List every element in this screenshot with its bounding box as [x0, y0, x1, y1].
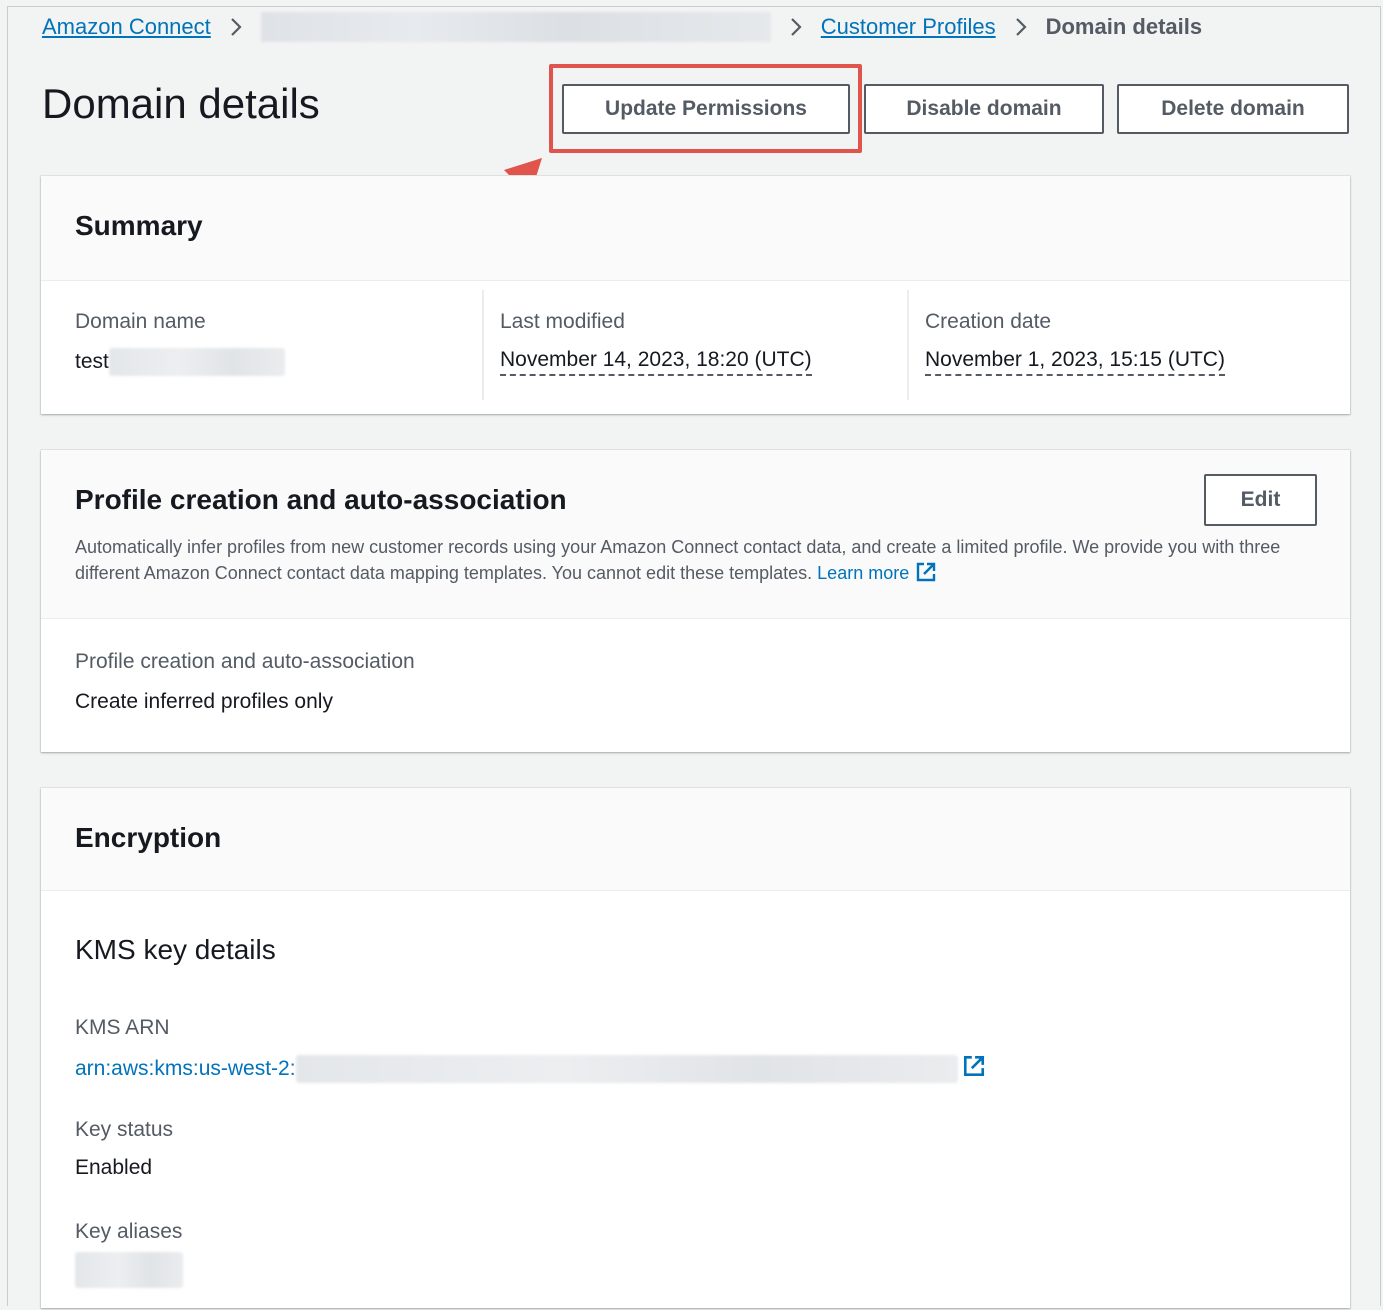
learn-more-label[interactable]: Learn more	[817, 563, 909, 583]
profile-creation-card: Profile creation and auto-association Ed…	[41, 450, 1350, 752]
breadcrumb-amazon-connect[interactable]: Amazon Connect	[42, 14, 211, 40]
breadcrumb-customer-profiles[interactable]: Customer Profiles	[821, 14, 996, 40]
key-status-label: Key status	[75, 1118, 174, 1141]
encryption-header: Encryption	[41, 788, 1350, 891]
edit-button[interactable]: Edit	[1204, 474, 1317, 526]
kms-arn-redacted[interactable]	[295, 1055, 958, 1083]
profile-creation-description-text: Automatically infer profiles from new cu…	[75, 537, 1281, 583]
creation-date-label: Creation date	[925, 310, 1052, 333]
domain-name-value-wrap: test	[75, 348, 285, 376]
external-link-icon[interactable]	[915, 561, 937, 590]
encryption-body: KMS key details KMS ARN arn:aws:kms:us-w…	[75, 890, 1315, 1310]
domain-name-value: test	[75, 350, 109, 373]
last-modified-value-wrap: November 14, 2023, 18:20 (UTC)	[500, 348, 812, 376]
profile-creation-field-value: Create inferred profiles only	[75, 690, 333, 713]
creation-date-value-wrap: November 1, 2023, 15:15 (UTC)	[925, 348, 1225, 376]
profile-creation-field-label: Profile creation and auto-association	[75, 650, 415, 673]
key-aliases-label: Key aliases	[75, 1220, 183, 1243]
chevron-right-icon	[789, 16, 803, 38]
profile-creation-description: Automatically infer profiles from new cu…	[75, 534, 1315, 590]
page-title: Domain details	[42, 80, 320, 127]
summary-fields: Domain name test Last modified November …	[41, 290, 1350, 400]
profile-creation-title: Profile creation and auto-association	[75, 484, 567, 515]
last-modified-field: Last modified November 14, 2023, 18:20 (…	[500, 290, 900, 400]
breadcrumb-current: Domain details	[1045, 14, 1203, 39]
profile-creation-body: Profile creation and auto-association Cr…	[75, 618, 1315, 752]
key-aliases-redacted	[75, 1252, 183, 1288]
external-link-icon[interactable]	[962, 1054, 986, 1084]
kms-arn-value-wrap: arn:aws:kms:us-west-2:	[75, 1054, 986, 1084]
column-divider	[907, 290, 909, 400]
summary-card: Summary Domain name test Last modified N…	[41, 176, 1350, 414]
disable-domain-button[interactable]: Disable domain	[864, 84, 1104, 134]
column-divider	[482, 290, 484, 400]
domain-name-redacted	[108, 348, 285, 376]
kms-arn-label: KMS ARN	[75, 1016, 170, 1039]
update-permissions-button[interactable]: Update Permissions	[562, 84, 850, 134]
kms-arn-link[interactable]: arn:aws:kms:us-west-2:	[75, 1057, 296, 1081]
encryption-title: Encryption	[75, 822, 222, 853]
breadcrumb: Amazon Connect Customer Profiles Domain …	[42, 12, 1202, 42]
learn-more-link[interactable]: Learn more	[817, 562, 937, 583]
domain-name-label: Domain name	[75, 310, 206, 333]
profile-creation-header: Profile creation and auto-association Ed…	[41, 450, 1350, 619]
last-modified-value[interactable]: November 14, 2023, 18:20 (UTC)	[500, 348, 812, 376]
delete-domain-button[interactable]: Delete domain	[1117, 84, 1349, 134]
kms-key-details-heading: KMS key details	[75, 934, 276, 965]
key-aliases-value-wrap	[75, 1252, 183, 1288]
key-status-value: Enabled	[75, 1156, 153, 1179]
last-modified-label: Last modified	[500, 310, 625, 333]
encryption-card: Encryption KMS key details KMS ARN arn:a…	[41, 788, 1350, 1308]
breadcrumb-redacted-instance[interactable]	[260, 12, 771, 42]
chevron-right-icon	[1014, 16, 1028, 38]
summary-header: Summary	[41, 176, 1350, 281]
domain-name-field: Domain name test	[75, 290, 475, 400]
summary-title: Summary	[75, 210, 203, 241]
chevron-right-icon	[229, 16, 243, 38]
creation-date-field: Creation date November 1, 2023, 15:15 (U…	[925, 290, 1325, 400]
creation-date-value[interactable]: November 1, 2023, 15:15 (UTC)	[925, 348, 1225, 376]
